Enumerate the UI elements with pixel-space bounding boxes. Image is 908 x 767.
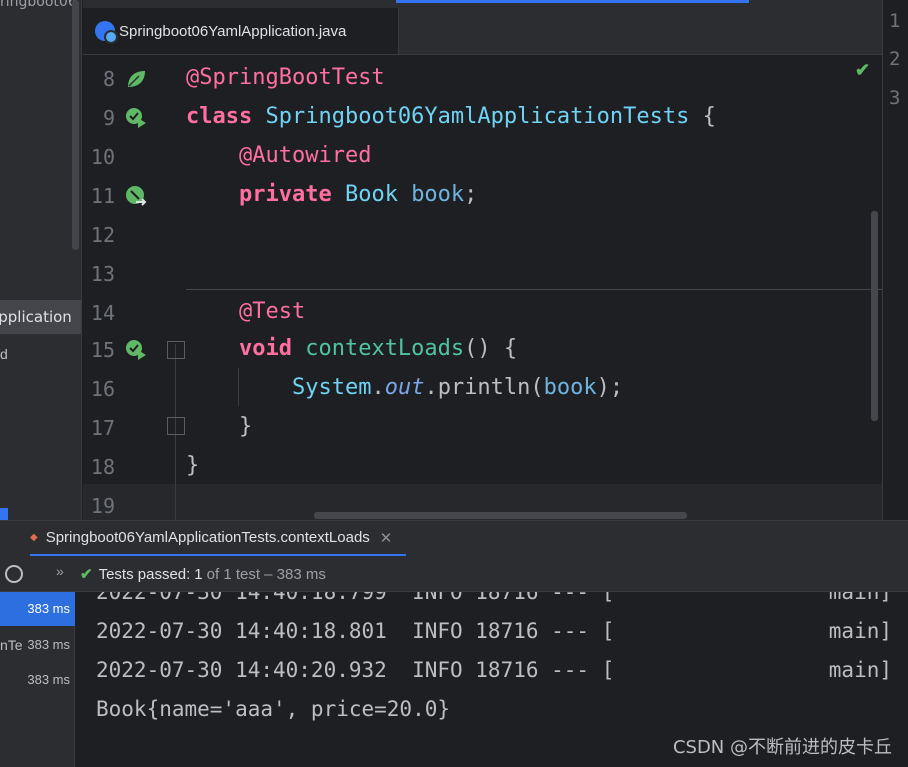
code-line: 18 } — [83, 447, 882, 486]
csdn-watermark: CSDN @不断前进的皮卡丘 — [672, 737, 892, 758]
fold-collapse-icon[interactable] — [167, 341, 185, 359]
line-number: 17 — [90, 416, 115, 440]
fold-expand-icon[interactable] — [167, 417, 185, 435]
line-number: 12 — [90, 223, 115, 247]
code-text: @SpringBootTest — [186, 65, 385, 90]
test-results-tree: 383 ms nTe 383 ms 383 ms — [0, 592, 75, 767]
code-line: 10 @Autowired — [83, 137, 882, 176]
code-line: 17 } — [83, 408, 882, 447]
code-text: private Book book; — [238, 182, 478, 207]
test-status: ✔ Tests passed: 1 of 1 test – 383 ms — [80, 565, 326, 584]
close-icon[interactable]: ✕ — [380, 529, 393, 547]
sidebar-item-selected[interactable]: Application — [0, 300, 81, 334]
code-editor[interactable]: ✔ 8 @SpringBootTest 9 class Springboot06… — [83, 56, 882, 520]
tab-label: Springboot06YamlApplication.java — [119, 22, 347, 40]
line-number: 19 — [90, 494, 115, 518]
code-line: 16 System.out.println(book); — [83, 369, 882, 408]
chevron-more-icon[interactable]: » — [56, 563, 64, 579]
line-number: 8 — [102, 67, 115, 91]
code-line: 9 class Springboot06YamlApplicationTests… — [83, 98, 882, 137]
code-line: 14 @Test — [83, 293, 882, 332]
line-number: 13 — [90, 262, 115, 286]
code-line: 11 private Book book; — [83, 176, 882, 215]
console-line: 2022-07-30 14:40:20.932 INFO 18716 --- [ — [96, 658, 615, 682]
sidebar-item[interactable]: d — [0, 346, 8, 362]
console-line-thread: main] — [828, 658, 892, 682]
test-tree-item[interactable]: 383 ms — [0, 592, 75, 626]
line-number: 14 — [90, 301, 115, 325]
line-number: 1 — [889, 10, 901, 32]
passed-check-icon: ✔ — [80, 566, 93, 583]
code-text: } — [186, 453, 200, 478]
run-tab-label: Springboot06YamlApplicationTests.context… — [45, 529, 370, 546]
test-history-icon[interactable] — [5, 565, 23, 583]
code-text: class Springboot06YamlApplicationTests { — [186, 104, 716, 129]
run-toolbar: » ✔ Tests passed: 1 of 1 test – 383 ms — [0, 556, 908, 592]
code-text: System.out.println(book); — [291, 375, 624, 400]
code-text: } — [238, 414, 253, 439]
test-tree-item[interactable]: nTe 383 ms — [0, 628, 75, 662]
spring-leaf-icon[interactable] — [125, 68, 147, 90]
run-test-icon[interactable] — [125, 339, 147, 361]
code-line: 8 @SpringBootTest — [83, 59, 882, 98]
sidebar-item-label: Application — [0, 308, 72, 326]
console-line-thread: main] — [828, 592, 892, 604]
run-test-icon[interactable] — [125, 107, 147, 129]
line-number: 2 — [889, 48, 901, 70]
code-text: void contextLoads() { — [238, 336, 518, 361]
run-tool-window-tabs: ◆ Springboot06YamlApplicationTests.conte… — [0, 520, 908, 557]
split-editor-gutter: 1 2 3 — [882, 0, 908, 520]
autowired-bean-icon[interactable] — [125, 185, 147, 207]
tab-springboot06-yaml-application[interactable]: Springboot06YamlApplication.java — [83, 8, 399, 54]
editor-tab-bar: Springboot06YamlApplication.java — [83, 0, 882, 55]
console-line: Book{name='aaa', price=20.0} — [96, 697, 451, 721]
line-number: 15 — [90, 338, 115, 362]
line-number: 11 — [90, 184, 115, 208]
console-line: 2022-07-30 14:40:18.801 INFO 18716 --- [ — [96, 619, 615, 643]
code-text: @Autowired — [238, 143, 372, 168]
sidebar-scrollbar[interactable] — [72, 0, 79, 250]
run-tab-context-loads[interactable]: ◆ Springboot06YamlApplicationTests.conte… — [30, 521, 407, 557]
code-line: 13 — [83, 254, 882, 293]
code-line: 12 — [83, 215, 882, 254]
code-text: @Test — [238, 299, 306, 324]
editor-horizontal-scrollbar[interactable] — [314, 512, 687, 519]
run-config-icon: ◆ — [30, 532, 38, 543]
line-number: 16 — [90, 377, 115, 401]
console-line-thread: main] — [828, 619, 892, 643]
sidebar-scroll-marker — [0, 508, 8, 520]
editor-vertical-scrollbar[interactable] — [871, 211, 878, 421]
line-number: 9 — [102, 106, 115, 130]
active-indicator — [396, 0, 749, 3]
test-tree-item[interactable]: 383 ms — [0, 663, 75, 697]
java-class-icon — [95, 21, 118, 44]
line-number: 3 — [889, 87, 901, 109]
project-crumb[interactable]: ringboot06 — [0, 0, 77, 10]
line-number: 18 — [90, 455, 115, 479]
code-line: 15 void contextLoads() { — [83, 330, 882, 369]
line-number: 10 — [90, 145, 115, 169]
project-sidebar: ringboot06 Application d — [0, 0, 82, 520]
console-output[interactable]: 2022-07-30 14:40:18.799 INFO 18716 --- [… — [76, 592, 908, 767]
console-line: 2022-07-30 14:40:18.799 INFO 18716 --- [ — [96, 592, 615, 604]
